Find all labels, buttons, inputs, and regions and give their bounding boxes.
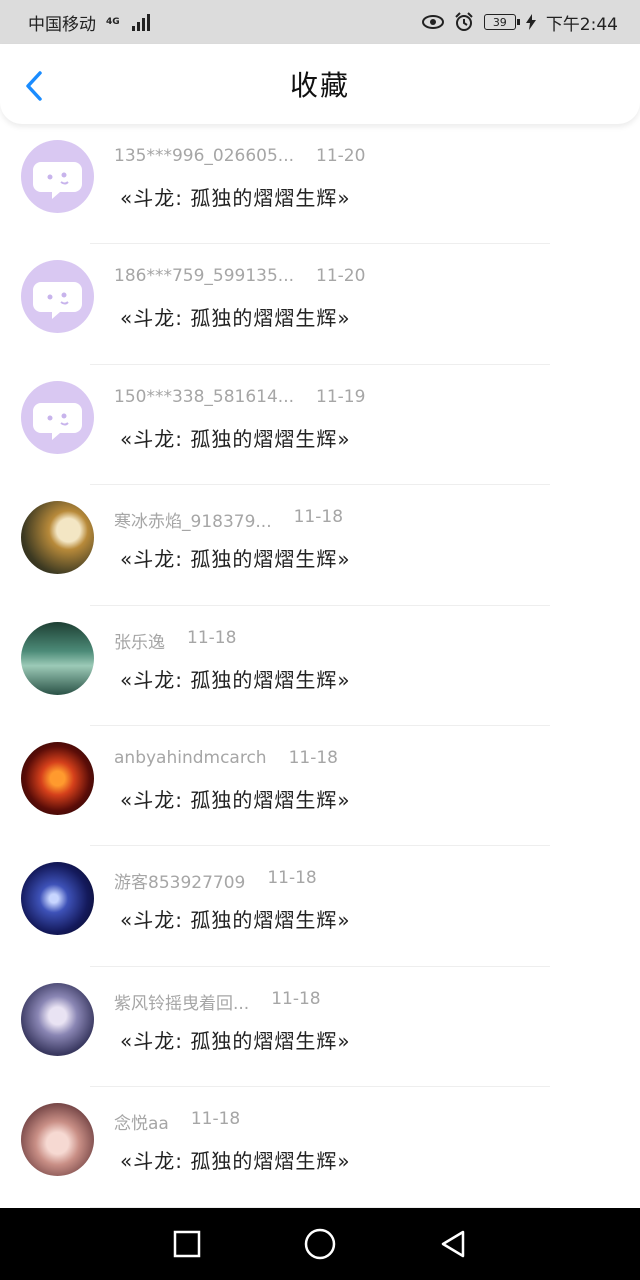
post-title: «斗龙: 孤独的熠熠生辉»	[120, 908, 351, 933]
date: 11-19	[316, 386, 366, 407]
username: 游客853927709	[114, 873, 246, 894]
list-item[interactable]: 念悦aa 11-18 «斗龙: 孤独的熠熠生辉»	[0, 1087, 640, 1208]
date: 11-18	[293, 507, 344, 528]
circle-icon	[304, 1228, 336, 1260]
avatar[interactable]	[21, 260, 94, 334]
chat-bubble-icon	[33, 282, 82, 320]
header: 收藏	[0, 44, 640, 124]
alarm-icon	[455, 12, 473, 31]
username: 紫风铃摇曳着回...	[114, 993, 250, 1014]
clock: 下午2:44	[545, 14, 618, 35]
post-title: «斗龙: 孤独的熠熠生辉»	[120, 426, 351, 451]
username: 寒冰赤焰_918379...	[114, 512, 272, 533]
username: 张乐逸	[114, 632, 165, 653]
post-title: «斗龙: 孤独的熠熠生辉»	[120, 787, 351, 812]
list-item[interactable]: 寒冰赤焰_918379... 11-18 «斗龙: 孤独的熠熠生辉»	[0, 485, 640, 606]
recent-apps-button[interactable]	[167, 1224, 207, 1264]
avatar[interactable]	[21, 140, 94, 213]
date: 11-20	[316, 266, 366, 287]
chevron-left-icon	[26, 71, 42, 101]
page-title: 收藏	[289, 69, 350, 102]
battery-icon: 39	[483, 14, 520, 30]
date: 11-18	[187, 627, 237, 648]
date: 11-18	[267, 868, 317, 889]
list-item[interactable]: 游客853927709 11-18 «斗龙: 孤独的熠熠生辉»	[0, 846, 640, 967]
charging-icon	[525, 14, 536, 30]
avatar[interactable]	[21, 982, 94, 1056]
date: 11-18	[271, 988, 321, 1009]
list-item[interactable]: 150***338_581614... 11-19 «斗龙: 孤独的熠熠生辉»	[0, 365, 640, 486]
username: anbyahindmcarch	[114, 747, 267, 768]
date: 11-20	[316, 146, 366, 166]
date: 11-18	[190, 1109, 241, 1130]
list-item[interactable]: 张乐逸 11-18 «斗龙: 孤独的熠熠生辉»	[0, 606, 640, 726]
avatar[interactable]	[21, 1103, 94, 1177]
list-item[interactable]: 紫风铃摇曳着回... 11-18 «斗龙: 孤独的熠熠生辉»	[0, 967, 640, 1088]
post-title: «斗龙: 孤独的熠熠生辉»	[120, 1149, 351, 1174]
carrier-label: 中国移动	[28, 14, 96, 35]
triangle-back-icon	[442, 1230, 465, 1258]
chat-bubble-icon	[33, 162, 82, 199]
username: 150***338_581614...	[114, 386, 295, 407]
eye-icon	[421, 15, 444, 29]
avatar[interactable]	[21, 621, 94, 695]
username: 135***996_026605...	[114, 146, 295, 166]
network-label: 4G	[106, 16, 120, 27]
battery-level: 39	[492, 15, 507, 29]
navigation-bar	[0, 1208, 640, 1280]
post-title: «斗龙: 孤独的熠熠生辉»	[120, 186, 351, 210]
system-back-button[interactable]	[433, 1224, 473, 1264]
home-button[interactable]	[300, 1224, 340, 1264]
post-title: «斗龙: 孤独的熠熠生辉»	[120, 667, 351, 692]
favorites-list: 135***996_026605... 11-20 «斗龙: 孤独的熠熠生辉» …	[0, 124, 640, 1208]
back-button[interactable]	[22, 70, 46, 102]
list-item[interactable]: anbyahindmcarch 11-18 «斗龙: 孤独的熠熠生辉»	[0, 726, 640, 847]
avatar[interactable]	[21, 741, 94, 815]
chat-bubble-icon	[33, 402, 82, 440]
post-title: «斗龙: 孤独的熠熠生辉»	[120, 306, 351, 331]
avatar[interactable]	[21, 862, 94, 936]
avatar[interactable]	[21, 501, 94, 575]
status-bar: 中国移动 4G 39 下午2:44	[0, 0, 640, 44]
post-title: «斗龙: 孤独的熠熠生辉»	[120, 547, 351, 572]
list-item[interactable]: 186***759_599135... 11-20 «斗龙: 孤独的熠熠生辉»	[0, 244, 640, 365]
signal-icon	[131, 13, 150, 31]
username: 186***759_599135...	[114, 266, 295, 287]
date: 11-18	[288, 747, 338, 768]
username: 念悦aa	[114, 1114, 169, 1135]
post-title: «斗龙: 孤独的熠熠生辉»	[120, 1028, 351, 1053]
avatar[interactable]	[21, 380, 94, 454]
square-icon	[173, 1230, 200, 1258]
list-item[interactable]: 135***996_026605... 11-20 «斗龙: 孤独的熠熠生辉»	[0, 124, 640, 245]
